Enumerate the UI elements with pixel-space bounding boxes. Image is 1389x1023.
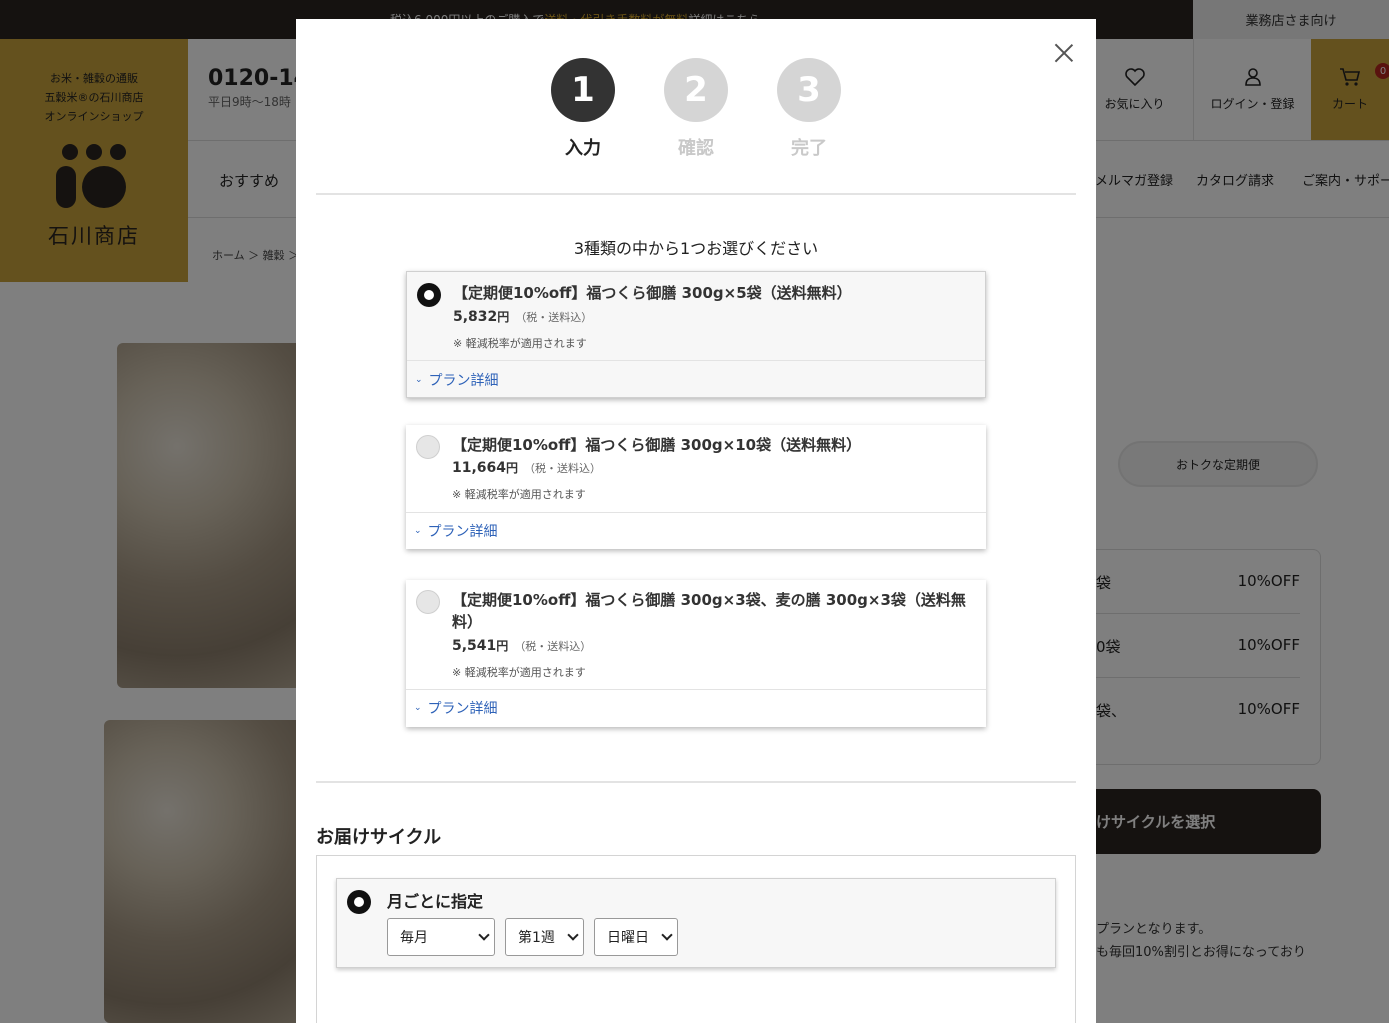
weekday-select[interactable]: 日曜日	[594, 918, 678, 956]
radio-unselected[interactable]	[416, 590, 440, 614]
step-number: 3	[777, 58, 841, 122]
week-select[interactable]: 第1週	[505, 918, 584, 956]
subscription-modal: 1 入力 2 確認 3 完了 3種類の中から1つお選びください 【定期便10%o…	[296, 19, 1096, 1023]
divider	[316, 781, 1076, 783]
chevron-down-icon: ⌄	[415, 375, 423, 385]
tax-note: ※ 軽減税率が適用されます	[453, 337, 587, 350]
plan-title: 【定期便10%off】福つくら御膳 300g×5袋（送料無料）	[453, 284, 852, 302]
radio-selected[interactable]	[347, 890, 371, 914]
chevron-down-icon: ⌄	[414, 703, 422, 713]
plan-price: 5,832円 （税・送料込）	[453, 309, 593, 325]
divider	[316, 193, 1076, 195]
month-select[interactable]: 毎月	[387, 918, 495, 956]
step-number: 2	[664, 58, 728, 122]
plan-option-5-bags[interactable]: 【定期便10%off】福つくら御膳 300g×5袋（送料無料） 5,832円 （税…	[406, 271, 986, 398]
chevron-down-icon	[661, 929, 673, 941]
divider	[406, 512, 986, 513]
plan-detail-link[interactable]: ⌄ プラン詳細	[415, 370, 499, 390]
tax-note: ※ 軽減税率が適用されます	[452, 666, 586, 679]
step-confirm: 2 確認	[664, 58, 728, 160]
radio-unselected[interactable]	[416, 435, 440, 459]
plan-detail-link[interactable]: ⌄ プラン詳細	[414, 521, 498, 541]
plan-instruction: 3種類の中から1つお選びください	[573, 239, 819, 258]
plan-price: 5,541円 （税・送料込）	[452, 638, 592, 654]
tax-note: ※ 軽減税率が適用されます	[452, 488, 586, 501]
cycle-option-label: 月ごとに指定	[387, 892, 484, 911]
close-icon[interactable]	[1054, 43, 1074, 63]
plan-detail-link[interactable]: ⌄ プラン詳細	[414, 698, 498, 718]
chevron-down-icon: ⌄	[414, 526, 422, 536]
step-label: 完了	[791, 138, 827, 159]
divider	[406, 689, 986, 690]
divider	[407, 360, 985, 361]
chevron-down-icon	[567, 929, 579, 941]
plan-option-10-bags[interactable]: 【定期便10%off】福つくら御膳 300g×10袋（送料無料） 11,664円…	[406, 425, 986, 549]
radio-selected[interactable]	[417, 283, 441, 307]
delivery-cycle-heading: お届けサイクル	[316, 827, 442, 848]
cycle-option-monthly[interactable]: 月ごとに指定 毎月 第1週 日曜日	[336, 878, 1056, 968]
plan-title: 【定期便10%off】福つくら御膳 300g×3袋、麦の膳 300g×3袋（送料…	[452, 591, 966, 631]
step-complete: 3 完了	[777, 58, 841, 160]
plan-title: 【定期便10%off】福つくら御膳 300g×10袋（送料無料）	[452, 436, 862, 454]
plan-price: 11,664円 （税・送料込）	[452, 460, 602, 476]
chevron-down-icon	[478, 929, 490, 941]
step-label: 入力	[565, 138, 601, 159]
step-number: 1	[551, 58, 615, 122]
plan-option-mixed-bags[interactable]: 【定期便10%off】福つくら御膳 300g×3袋、麦の膳 300g×3袋（送料…	[406, 580, 986, 727]
step-label: 確認	[678, 138, 714, 159]
step-input: 1 入力	[551, 58, 615, 160]
